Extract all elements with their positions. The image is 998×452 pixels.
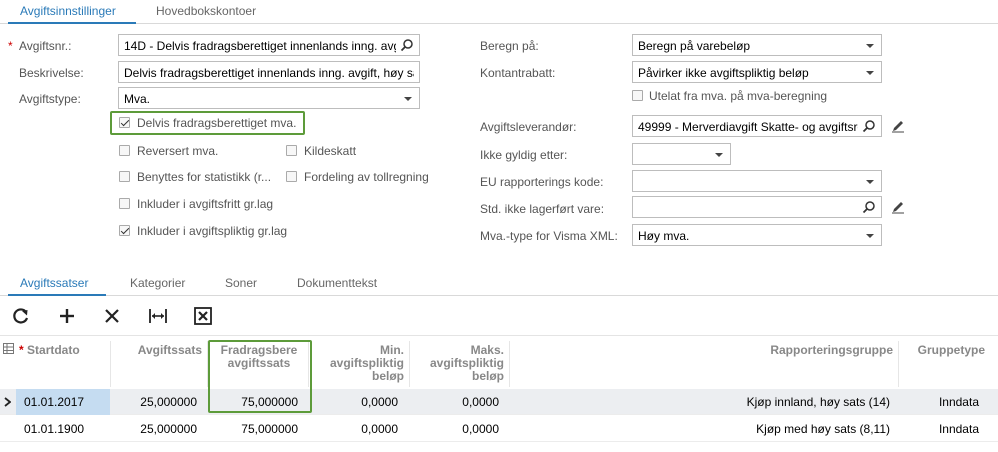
search-icon[interactable] [862, 200, 876, 214]
cell-min[interactable]: 0,0000 [310, 395, 398, 409]
chevron-down-icon [866, 71, 874, 75]
pencil-icon[interactable] [891, 119, 905, 133]
cell-fradrag[interactable]: 75,000000 [210, 422, 298, 436]
fit-columns-icon[interactable] [147, 305, 169, 327]
beregn-label: Beregn på: [480, 39, 539, 53]
tab-avgiftsinnstillinger[interactable]: Avgiftsinnstillinger [20, 4, 116, 18]
tab-soner[interactable]: Soner [225, 276, 257, 290]
cell-avgiftssats[interactable]: 25,000000 [112, 422, 197, 436]
statistikk-label: Benyttes for statistikk (r... [137, 170, 272, 184]
kildeskatt-label: Kildeskatt [304, 144, 357, 158]
chevron-down-icon [866, 180, 874, 184]
cell-startdato[interactable]: 01.01.2017 [24, 395, 84, 409]
leverandor-label: Avgiftsleverandør: [480, 120, 577, 134]
column-divider [409, 341, 410, 387]
utelat-checkbox[interactable] [632, 90, 643, 101]
beskrivelse-value: Delvis fradragsberettiget innenlands inn… [124, 66, 414, 80]
column-divider [898, 341, 899, 387]
kildeskatt-checkbox[interactable] [286, 145, 297, 156]
tab-kategorier[interactable]: Kategorier [130, 276, 185, 290]
export-excel-icon[interactable] [192, 305, 214, 327]
mvatype-select[interactable]: Høy mva. [632, 224, 882, 246]
kontantrabatt-value: Påvirker ikke avgiftspliktig beløp [638, 66, 809, 80]
beskrivelse-field[interactable]: Delvis fradragsberettiget innenlands inn… [118, 61, 420, 83]
search-icon[interactable] [862, 119, 876, 133]
pencil-icon[interactable] [891, 200, 905, 214]
grid-toolbar [0, 296, 998, 336]
mvatype-label: Mva.-type for Visma XML: [480, 229, 618, 243]
table-row[interactable]: 01.01.2017 25,000000 75,000000 0,0000 0,… [0, 389, 998, 415]
tollregning-label: Fordeling av tollregning [304, 170, 429, 184]
avgiftsnr-field[interactable]: 14D - Delvis fradragsberettiget innenlan… [118, 34, 420, 56]
cell-rapportering[interactable]: Kjøp med høy sats (8,11) [640, 422, 890, 436]
header-startdato-label: Startdato [27, 343, 80, 357]
column-divider [110, 341, 111, 387]
tollregning-checkbox[interactable] [286, 171, 297, 182]
avgiftsfritt-label: Inkluder i avgiftsfritt gr.lag [137, 197, 274, 211]
required-marker: * [19, 343, 24, 357]
row-pointer-icon [4, 397, 11, 407]
avgiftsfritt-checkbox[interactable] [119, 198, 130, 209]
kontantrabatt-label: Kontantrabatt: [480, 66, 556, 80]
reversert-checkbox[interactable] [119, 145, 130, 156]
beregn-value: Beregn på varebeløp [638, 39, 751, 53]
ikke-gyldig-label: Ikke gyldig etter: [480, 148, 568, 162]
column-settings-icon[interactable] [3, 343, 14, 354]
tab-dokumenttekst[interactable]: Dokumenttekst [297, 276, 377, 290]
delvis-label: Delvis fradragsberettiget mva. [137, 116, 297, 130]
ikke-gyldig-select[interactable] [632, 143, 731, 165]
column-divider [509, 341, 510, 387]
std-label: Std. ikke lagerført vare: [480, 202, 605, 216]
kontantrabatt-select[interactable]: Påvirker ikke avgiftspliktig beløp [632, 61, 882, 83]
avgiftstype-label: Avgiftstype: [19, 92, 81, 106]
avgiftspliktig-checkbox[interactable] [119, 225, 130, 236]
cell-startdato[interactable]: 01.01.1900 [24, 422, 84, 436]
cell-gruppetype[interactable]: Inndata [900, 422, 979, 436]
avgiftstype-value: Mva. [124, 92, 151, 106]
required-marker: * [8, 39, 13, 53]
beskrivelse-label: Beskrivelse: [19, 66, 84, 80]
top-tab-bar: Avgiftsinnstillinger Hovedbokskontoer [0, 0, 998, 24]
avgiftspliktig-label: Inkluder i avgiftspliktig gr.lag [137, 224, 288, 238]
table-row[interactable]: 01.01.1900 25,000000 75,000000 0,0000 0,… [0, 416, 998, 442]
cell-avgiftssats[interactable]: 25,000000 [112, 395, 197, 409]
avgiftsnr-label: Avgiftsnr.: [19, 39, 72, 53]
chevron-down-icon [866, 234, 874, 238]
leverandor-value: 49999 - Merverdiavgift Skatte- og avgift… [638, 120, 858, 134]
eu-select[interactable] [632, 170, 882, 192]
delvis-checkbox[interactable] [119, 117, 130, 128]
utelat-label: Utelat fra mva. på mva-beregning [649, 89, 828, 103]
cell-gruppetype[interactable]: Inndata [900, 395, 979, 409]
active-tab-indicator [8, 22, 136, 24]
bottom-tab-bar: Avgiftssatser Kategorier Soner Dokumentt… [0, 272, 998, 296]
chevron-down-icon [404, 97, 412, 101]
chevron-down-icon [866, 44, 874, 48]
add-icon[interactable] [56, 305, 78, 327]
cell-maks[interactable]: 0,0000 [411, 422, 499, 436]
eu-label: EU rapporterings kode: [480, 175, 604, 189]
tab-avgiftssatser[interactable]: Avgiftssatser [20, 276, 88, 290]
cell-min[interactable]: 0,0000 [310, 422, 398, 436]
tab-hovedbokskontoer[interactable]: Hovedbokskontoer [156, 4, 256, 18]
statistikk-checkbox[interactable] [119, 171, 130, 182]
avgiftstype-select[interactable]: Mva. [118, 87, 420, 109]
leverandor-field[interactable]: 49999 - Merverdiavgift Skatte- og avgift… [632, 115, 882, 137]
search-icon[interactable] [400, 38, 414, 52]
highlight-frame [208, 340, 312, 413]
cell-maks[interactable]: 0,0000 [411, 395, 499, 409]
beregn-select[interactable]: Beregn på varebeløp [632, 34, 882, 56]
avgiftsnr-value: 14D - Delvis fradragsberettiget innenlan… [124, 39, 396, 53]
refresh-icon[interactable] [10, 305, 32, 327]
header-maks-line3: beløp [472, 369, 504, 383]
cell-rapportering[interactable]: Kjøp innland, høy sats (14) [640, 395, 890, 409]
chevron-down-icon [715, 153, 723, 157]
header-min-line3: beløp [372, 369, 404, 383]
reversert-label: Reversert mva. [137, 144, 219, 158]
std-field[interactable] [632, 196, 882, 218]
delete-icon[interactable] [101, 305, 123, 327]
mvatype-value: Høy mva. [638, 229, 690, 243]
